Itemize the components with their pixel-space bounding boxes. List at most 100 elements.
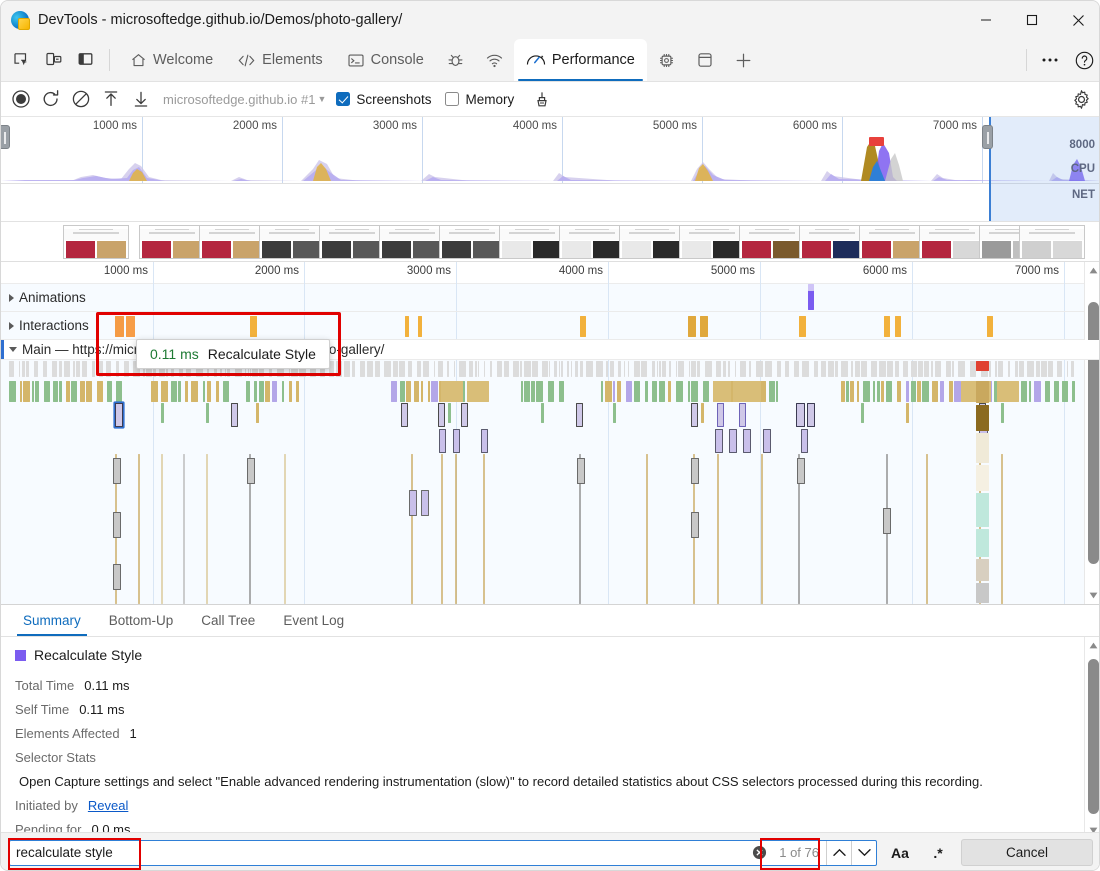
flame-bar[interactable] xyxy=(417,361,421,377)
flame-bar[interactable] xyxy=(1062,381,1068,402)
flame-bar[interactable] xyxy=(43,361,47,377)
flame-bar[interactable] xyxy=(447,361,449,377)
flame-bar[interactable] xyxy=(22,361,25,377)
tab-application[interactable] xyxy=(686,39,724,81)
tab-call-tree[interactable]: Call Tree xyxy=(187,605,269,636)
flame-bar[interactable] xyxy=(976,405,989,431)
flame-bar[interactable] xyxy=(524,381,530,402)
flame-bar[interactable] xyxy=(756,361,763,377)
flame-bar[interactable] xyxy=(613,403,616,423)
flame-bar[interactable] xyxy=(596,361,603,377)
flame-bar[interactable] xyxy=(935,361,941,377)
flame-bar[interactable] xyxy=(448,403,451,423)
flame-bar-search-match[interactable] xyxy=(739,403,746,427)
flame-bar[interactable] xyxy=(106,361,111,377)
interaction-bar[interactable] xyxy=(895,316,901,337)
overview-left-handle[interactable] xyxy=(1,125,10,149)
flame-bar[interactable] xyxy=(1054,381,1059,402)
search-input-wrapper[interactable]: 1 of 76 xyxy=(9,840,877,866)
flame-bar[interactable] xyxy=(71,381,77,402)
flame-bar-thread[interactable] xyxy=(138,454,140,604)
memory-checkbox[interactable]: Memory xyxy=(445,92,514,107)
flame-bar[interactable] xyxy=(887,361,893,377)
flame-bar[interactable] xyxy=(703,381,709,402)
flame-bar[interactable] xyxy=(814,361,818,377)
flame-bar[interactable] xyxy=(634,381,640,402)
flame-bar-thread[interactable] xyxy=(455,454,457,604)
add-tab-button[interactable] xyxy=(724,39,763,81)
summary-scrollbar[interactable] xyxy=(1084,637,1100,839)
flame-bar[interactable] xyxy=(532,361,538,377)
interaction-bar[interactable] xyxy=(799,316,806,337)
flame-bar[interactable] xyxy=(949,381,953,402)
flame-bar[interactable] xyxy=(691,381,698,402)
flame-bar[interactable] xyxy=(384,361,391,377)
flame-bar[interactable] xyxy=(82,361,87,377)
flame-bar[interactable] xyxy=(895,361,899,377)
flame-bar[interactable] xyxy=(917,381,921,402)
filmstrip-frame[interactable] xyxy=(619,225,685,259)
flame-bar-thread[interactable] xyxy=(761,454,763,604)
flame-bar[interactable] xyxy=(107,381,112,402)
flame-bar[interactable] xyxy=(352,361,355,377)
flame-bar[interactable] xyxy=(391,381,397,402)
flame-bar[interactable] xyxy=(548,381,554,402)
flame-bar[interactable] xyxy=(254,381,257,402)
flame-bar[interactable] xyxy=(171,381,177,402)
flame-bar[interactable] xyxy=(723,361,726,377)
flame-bar[interactable] xyxy=(691,361,696,377)
flame-bar[interactable] xyxy=(776,381,778,402)
flame-bar[interactable] xyxy=(676,381,683,402)
flame-bar[interactable] xyxy=(86,381,92,402)
flame-bar[interactable] xyxy=(613,381,615,402)
clear-circle-x-icon[interactable] xyxy=(749,843,769,863)
filmstrip-frame[interactable] xyxy=(139,225,205,259)
flame-bar[interactable] xyxy=(289,381,292,402)
flame-bar[interactable] xyxy=(1057,361,1062,377)
reload-and-record-button[interactable] xyxy=(37,86,65,112)
flame-bar[interactable] xyxy=(26,361,29,377)
flame-bar[interactable] xyxy=(23,381,30,402)
flame-bar[interactable] xyxy=(80,381,85,402)
tab-performance[interactable]: Performance xyxy=(514,39,647,81)
flame-bar[interactable] xyxy=(567,361,569,377)
flame-bar[interactable] xyxy=(151,381,158,402)
flame-bar[interactable] xyxy=(531,381,535,402)
flame-bar-search-match[interactable] xyxy=(691,403,698,427)
flame-bar[interactable] xyxy=(113,512,121,538)
flame-bar[interactable] xyxy=(431,381,438,402)
flame-bar[interactable] xyxy=(467,381,489,402)
flame-bar[interactable] xyxy=(851,361,853,377)
filmstrip-frame[interactable] xyxy=(439,225,505,259)
flame-bar[interactable] xyxy=(536,381,543,402)
search-prev-button[interactable] xyxy=(826,841,851,865)
filmstrip-frame[interactable] xyxy=(679,225,745,259)
flame-bar[interactable] xyxy=(421,490,429,516)
flame-bar[interactable] xyxy=(409,490,417,516)
scroll-up-arrow-icon[interactable] xyxy=(1085,262,1100,279)
flame-bar[interactable] xyxy=(740,361,746,377)
flame-bar[interactable] xyxy=(44,381,50,402)
flame-bar[interactable] xyxy=(454,361,455,377)
flame-bar[interactable] xyxy=(777,361,781,377)
flame-bar[interactable] xyxy=(713,381,731,402)
flame-bar[interactable] xyxy=(459,361,466,377)
flame-bar[interactable] xyxy=(265,381,270,402)
tab-elements[interactable]: Elements xyxy=(225,39,334,81)
maximize-icon[interactable] xyxy=(1009,1,1055,39)
flame-bar-thread[interactable] xyxy=(441,454,443,604)
filmstrip-frame[interactable] xyxy=(739,225,805,259)
flame-bar[interactable] xyxy=(1019,361,1024,377)
cancel-button[interactable]: Cancel xyxy=(961,839,1093,866)
flame-bar[interactable] xyxy=(802,361,809,377)
filmstrip-frame[interactable] xyxy=(379,225,445,259)
flame-bar[interactable] xyxy=(561,361,563,377)
flame-bar[interactable] xyxy=(554,361,557,377)
flame-bar[interactable] xyxy=(1072,381,1075,402)
flame-bar-search-match[interactable] xyxy=(439,429,446,453)
flame-bar[interactable] xyxy=(657,361,658,377)
flame-bar[interactable] xyxy=(178,381,181,402)
filmstrip-frame[interactable] xyxy=(919,225,985,259)
animation-bar[interactable] xyxy=(808,284,814,291)
flame-bar[interactable] xyxy=(296,381,299,402)
